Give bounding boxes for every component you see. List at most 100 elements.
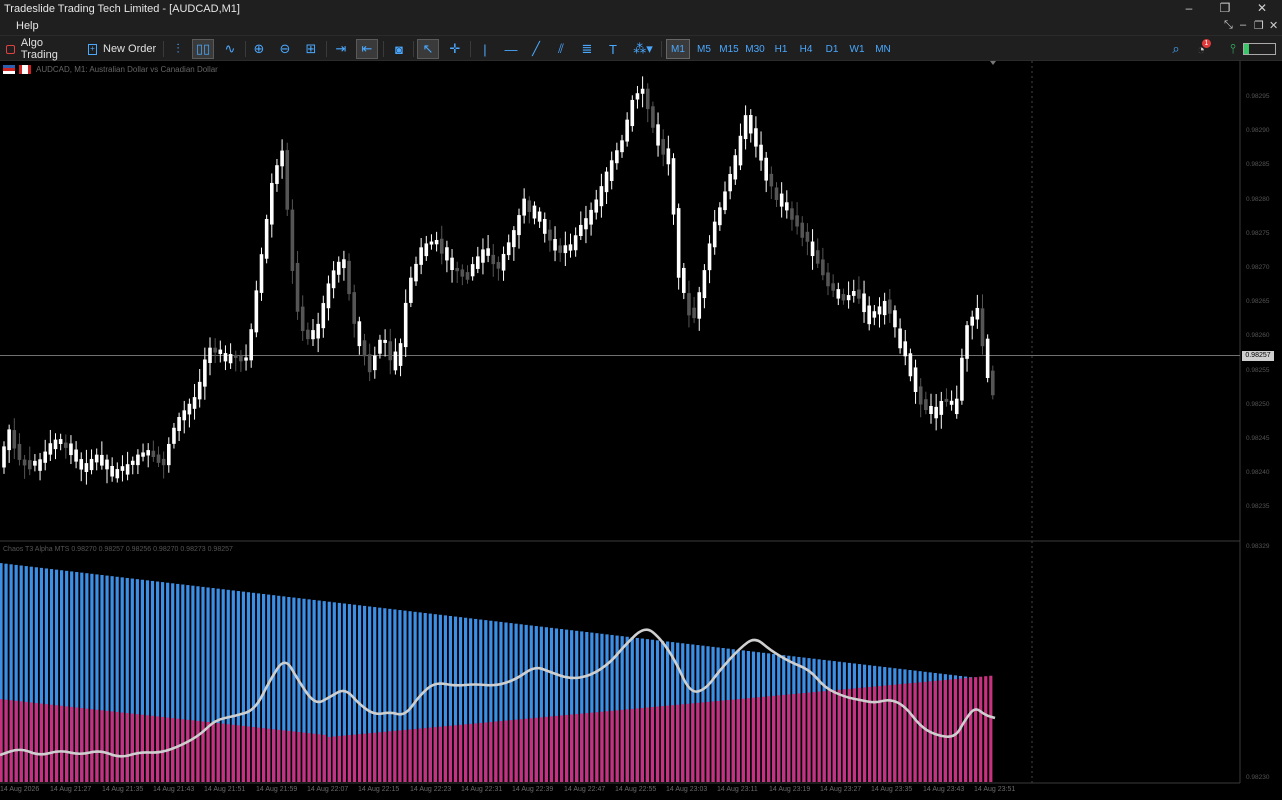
- hist-bar-magenta: [686, 703, 690, 782]
- candle-body: [579, 224, 583, 237]
- hist-bar-magenta: [90, 709, 94, 782]
- price-label: 0.98280: [1246, 196, 1270, 203]
- candle-body: [306, 329, 310, 340]
- hist-bar-magenta: [226, 724, 230, 782]
- candle-body: [944, 398, 949, 402]
- hist-bar-magenta: [342, 735, 346, 782]
- candle-body: [17, 443, 22, 460]
- candle-body: [826, 272, 830, 287]
- candle-body: [450, 257, 454, 270]
- hist-bar-magenta: [464, 724, 468, 782]
- candle-body: [589, 209, 593, 225]
- hist-bar-magenta: [802, 693, 806, 782]
- hist-bar-magenta: [378, 732, 382, 782]
- hist-bar-magenta: [0, 699, 3, 782]
- hist-bar-magenta: [85, 708, 89, 782]
- candle-body: [197, 381, 202, 400]
- candle-body: [697, 292, 702, 319]
- hist-bar-magenta: [706, 701, 710, 782]
- price-label: 0.98250: [1246, 401, 1270, 408]
- candle-body: [795, 215, 799, 227]
- candle-body: [929, 405, 933, 414]
- candle-body: [58, 439, 63, 444]
- candle-body: [275, 165, 279, 184]
- hist-bar-magenta: [600, 711, 604, 782]
- hist-bar-magenta: [807, 692, 811, 782]
- chart-canvas[interactable]: [0, 0, 1282, 800]
- hist-bar-magenta: [135, 714, 139, 782]
- hist-bar-magenta: [155, 716, 160, 782]
- candle-body: [74, 449, 78, 462]
- candle-body: [512, 230, 516, 248]
- candle-body: [810, 241, 815, 257]
- candle-body: [403, 302, 408, 348]
- price-label: 0.98290: [1246, 127, 1270, 134]
- hist-bar-magenta: [554, 715, 559, 782]
- candle-body: [949, 400, 954, 405]
- candle-body: [918, 386, 923, 405]
- hist-bar-magenta: [499, 721, 503, 782]
- candle-body: [130, 460, 135, 465]
- hist-bar-magenta: [357, 734, 362, 782]
- hist-bar-magenta: [216, 723, 220, 782]
- hist-bar-magenta: [514, 719, 518, 782]
- hist-bar-magenta: [832, 690, 836, 782]
- hist-bar-magenta: [529, 718, 533, 782]
- hist-bar-magenta: [115, 711, 119, 782]
- hist-bar-magenta: [251, 727, 256, 782]
- candle-body: [2, 446, 6, 468]
- candle-body: [738, 135, 743, 166]
- candle-body: [857, 289, 861, 299]
- candle-body: [882, 300, 887, 316]
- hist-bar-magenta: [938, 680, 942, 782]
- hist-bar-magenta: [893, 684, 897, 782]
- time-label: 14 Aug 22:31: [461, 786, 503, 793]
- candle-body: [651, 106, 655, 128]
- candle-body: [409, 277, 413, 303]
- candle-body: [100, 454, 104, 466]
- hist-bar-magenta: [933, 680, 937, 782]
- hist-bar-magenta: [575, 714, 579, 782]
- hist-bar-magenta: [110, 711, 114, 782]
- candle-body: [470, 264, 475, 277]
- time-label: 14 Aug 21:27: [50, 786, 92, 793]
- hist-bar-magenta: [100, 710, 104, 782]
- candle-body: [975, 307, 980, 320]
- indicator-histogram: [0, 563, 993, 782]
- hist-bar-magenta: [731, 699, 735, 782]
- candle-body: [383, 339, 387, 343]
- candle-body: [141, 452, 145, 457]
- hist-bar-magenta: [489, 721, 493, 782]
- candle-body: [244, 357, 248, 361]
- candle-body: [522, 198, 526, 216]
- candle-body: [913, 367, 918, 392]
- hist-bar-magenta: [817, 691, 821, 782]
- candle-body: [419, 247, 423, 265]
- candle-body: [645, 88, 650, 110]
- candle-body: [682, 267, 686, 293]
- hist-bar-magenta: [297, 732, 301, 782]
- hist-bar-magenta: [373, 732, 377, 782]
- candle-body: [398, 343, 403, 366]
- hist-bar-magenta: [302, 732, 306, 782]
- candle-body: [192, 397, 197, 409]
- hist-bar-magenta: [974, 677, 978, 782]
- hist-bar-magenta: [120, 712, 124, 782]
- hist-bar-magenta: [837, 689, 841, 782]
- hist-bar-magenta: [711, 701, 715, 782]
- hist-bar-magenta: [494, 721, 498, 782]
- candle-body: [326, 283, 331, 309]
- hist-bar-magenta: [701, 702, 705, 782]
- candle-body: [43, 451, 47, 463]
- hist-bar-magenta: [953, 679, 958, 782]
- candle-body: [888, 299, 892, 314]
- candle-body: [203, 359, 207, 387]
- hist-bar-magenta: [484, 722, 488, 782]
- candle-body: [594, 199, 599, 213]
- candle-body: [954, 398, 959, 415]
- hist-bar-magenta: [847, 688, 851, 782]
- hist-bar-magenta: [610, 710, 614, 782]
- candle-body: [723, 191, 727, 211]
- candle-body: [609, 160, 614, 181]
- candle-body: [635, 93, 640, 100]
